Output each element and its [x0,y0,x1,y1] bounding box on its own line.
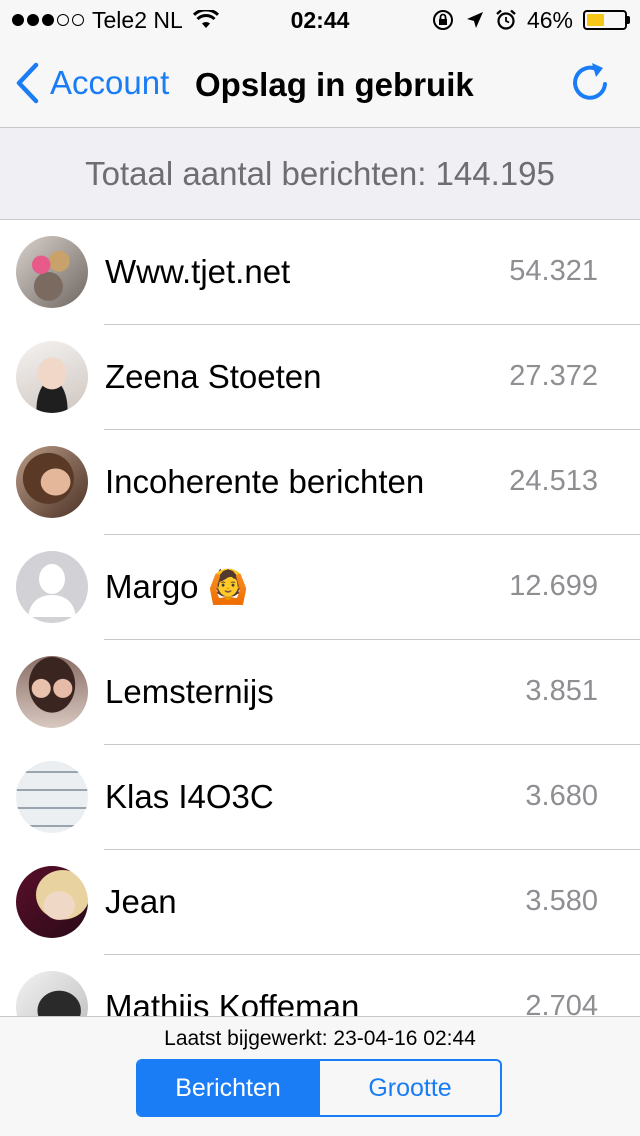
message-count: 3.680 [525,780,598,812]
carrier-name: Tele2 NL [92,6,183,33]
message-count: 24.513 [509,465,598,497]
total-messages-header: Totaal aantal berichten: 144.195 [0,128,640,220]
avatar [16,761,88,833]
signal-strength-icon [12,14,84,26]
message-count: 54.321 [509,255,598,287]
chat-name: Www.tjet.net [105,253,291,290]
page-title: Opslag in gebruik [195,66,474,103]
chat-list: Www.tjet.net 54.321 Zeena Stoeten 27.372… [0,220,640,1016]
message-count: 27.372 [509,360,598,392]
message-count: 12.699 [509,570,598,602]
segment-grootte[interactable]: Grootte [318,1061,500,1115]
list-item[interactable]: Lemsternijs 3.851 [0,640,640,745]
avatar [16,656,88,728]
last-updated-text: Laatst bijgewerkt: 23-04-16 02:44 [164,1027,476,1050]
list-item[interactable]: Klas I4O3C 3.680 [0,745,640,850]
list-item[interactable]: Zeena Stoeten 27.372 [0,325,640,430]
avatar [16,971,88,1016]
segment-berichten[interactable]: Berichten [138,1061,318,1115]
back-button[interactable]: Account [14,62,169,104]
message-count: 2.704 [525,990,598,1016]
chat-name: Klas I4O3C [105,778,274,815]
refresh-button[interactable] [568,60,612,104]
chat-name: Lemsternijs [105,673,274,710]
footer-toolbar: Laatst bijgewerkt: 23-04-16 02:44 Berich… [0,1016,640,1136]
avatar [16,341,88,413]
chat-name: Jean [105,883,177,920]
status-left: Tele2 NL [12,0,219,40]
back-button-label: Account [50,64,170,101]
avatar [16,446,88,518]
list-item[interactable]: Incoherente berichten 24.513 [0,430,640,535]
message-count: 3.851 [525,675,598,707]
chat-name: Mathijs Koffeman [105,988,360,1016]
battery-percentage: 46% [526,6,573,33]
status-right: 46% [431,0,630,40]
list-item[interactable]: Margo 🙆 12.699 [0,535,640,640]
wifi-icon [192,10,219,28]
list-item[interactable]: Mathijs Koffeman 2.704 [0,955,640,1016]
chat-name: Zeena Stoeten [105,358,322,395]
default-person-avatar-icon [16,551,88,623]
chat-name: Margo 🙆 [105,568,249,605]
chat-name: Incoherente berichten [105,463,425,500]
avatar [16,866,88,938]
status-bar: Tele2 NL 02:44 46% [0,0,640,40]
list-item[interactable]: Www.tjet.net 54.321 [0,220,640,325]
alarm-icon [496,9,516,30]
orientation-lock-icon [432,10,453,30]
navigation-bar: Account Opslag in gebruik [0,40,640,128]
list-item[interactable]: Jean 3.580 [0,850,640,955]
location-arrow-icon [466,12,483,28]
refresh-icon [573,63,607,100]
avatar [16,236,88,308]
message-count: 3.580 [525,885,598,917]
battery-icon [583,10,630,30]
chevron-left-icon [16,62,39,104]
sort-segmented-control: Berichten Grootte [136,1059,502,1117]
